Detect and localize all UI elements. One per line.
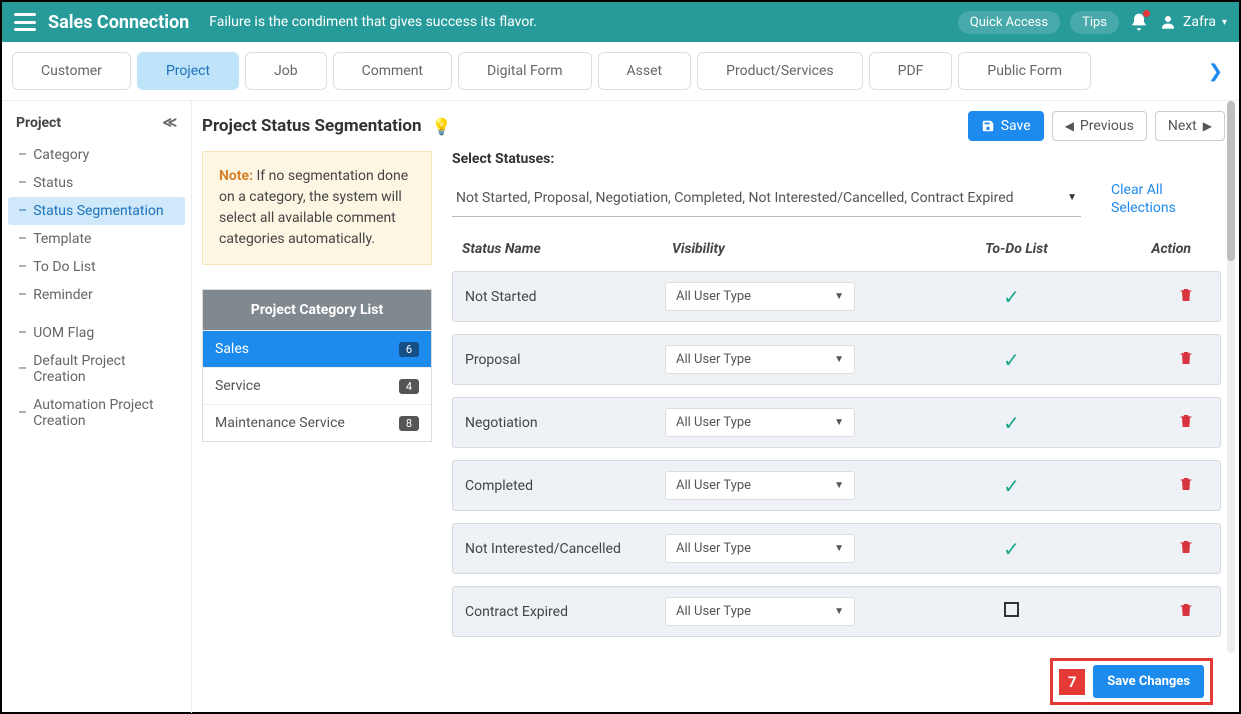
user-menu[interactable]: Zafra ▾ bbox=[1159, 13, 1227, 31]
user-name: Zafra bbox=[1183, 14, 1216, 30]
visibility-select[interactable]: All User Type▼ bbox=[665, 408, 855, 437]
previous-button[interactable]: ◀Previous bbox=[1052, 111, 1147, 141]
save-button[interactable]: Save bbox=[968, 111, 1044, 141]
chevron-down-icon: ▼ bbox=[834, 543, 844, 554]
select-statuses-label: Select Statuses: bbox=[452, 151, 1221, 167]
sidebar-item-category[interactable]: –Category bbox=[8, 141, 185, 169]
sidebar-item-uom-flag[interactable]: –UOM Flag bbox=[8, 319, 185, 347]
status-row: CompletedAll User Type▼ ✓ bbox=[452, 460, 1221, 511]
sidebar-item-default-project-creation[interactable]: –Default Project Creation bbox=[8, 347, 185, 391]
menu-icon[interactable] bbox=[14, 13, 36, 31]
sidebar-item-template[interactable]: –Template bbox=[8, 225, 185, 253]
info-note: Note: If no segmentation done on a categ… bbox=[202, 151, 432, 265]
tab-project[interactable]: Project bbox=[137, 52, 239, 90]
quick-access-button[interactable]: Quick Access bbox=[958, 11, 1060, 34]
sidebar-item-reminder[interactable]: –Reminder bbox=[8, 281, 185, 309]
chevron-down-icon: ▼ bbox=[834, 291, 844, 302]
status-name: Completed bbox=[465, 478, 665, 494]
callout-number: 7 bbox=[1059, 669, 1085, 695]
visibility-select[interactable]: All User Type▼ bbox=[665, 345, 855, 374]
category-sales[interactable]: Sales6 bbox=[203, 330, 431, 367]
trash-icon[interactable] bbox=[1178, 481, 1194, 497]
next-button[interactable]: Next▶ bbox=[1155, 111, 1225, 141]
tab-job[interactable]: Job bbox=[245, 52, 327, 90]
tab-comment[interactable]: Comment bbox=[333, 52, 452, 90]
vertical-scrollbar[interactable] bbox=[1227, 101, 1235, 653]
status-row: ProposalAll User Type▼ ✓ bbox=[452, 334, 1221, 385]
tab-customer[interactable]: Customer bbox=[12, 52, 131, 90]
sidebar-item-status[interactable]: –Status bbox=[8, 169, 185, 197]
chevron-down-icon: ▼ bbox=[1067, 192, 1077, 203]
sidebar-title: Project bbox=[16, 115, 61, 131]
check-icon[interactable]: ✓ bbox=[1003, 474, 1020, 498]
trash-icon[interactable] bbox=[1178, 544, 1194, 560]
check-icon[interactable]: ✓ bbox=[1003, 411, 1020, 435]
clear-selections-link[interactable]: Clear All Selections bbox=[1111, 181, 1221, 217]
check-icon[interactable]: ✓ bbox=[1003, 537, 1020, 561]
status-name: Contract Expired bbox=[465, 604, 665, 620]
status-row: Not Interested/CancelledAll User Type▼ ✓ bbox=[452, 523, 1221, 574]
collapse-sidebar-icon[interactable]: ≪ bbox=[162, 115, 177, 131]
caret-down-icon: ▾ bbox=[1222, 17, 1227, 28]
lightbulb-icon[interactable]: 💡 bbox=[432, 117, 452, 136]
sidebar-item-status-segmentation[interactable]: –Status Segmentation bbox=[8, 197, 185, 225]
tips-button[interactable]: Tips bbox=[1070, 11, 1119, 34]
category-list-header: Project Category List bbox=[203, 290, 431, 330]
status-row: NegotiationAll User Type▼ ✓ bbox=[452, 397, 1221, 448]
status-row: Not StartedAll User Type▼ ✓ bbox=[452, 271, 1221, 322]
trash-icon[interactable] bbox=[1178, 418, 1194, 434]
motto: Failure is the condiment that gives succ… bbox=[209, 14, 537, 30]
tab-asset[interactable]: Asset bbox=[598, 52, 692, 90]
status-name: Proposal bbox=[465, 352, 665, 368]
main-panel: Project Status Segmentation 💡 Save ◀Prev… bbox=[192, 101, 1239, 713]
save-icon bbox=[981, 119, 995, 133]
trash-icon[interactable] bbox=[1178, 607, 1194, 623]
visibility-select[interactable]: All User Type▼ bbox=[665, 597, 855, 626]
tab-product-services[interactable]: Product/Services bbox=[697, 52, 863, 90]
status-name: Not Interested/Cancelled bbox=[465, 541, 665, 557]
chevron-left-icon: ◀ bbox=[1065, 119, 1074, 133]
checkbox-empty[interactable] bbox=[1004, 602, 1019, 617]
module-tabs: CustomerProjectJobCommentDigital FormAss… bbox=[2, 42, 1239, 101]
check-icon[interactable]: ✓ bbox=[1003, 285, 1020, 309]
chevron-down-icon: ▼ bbox=[834, 606, 844, 617]
page-title: Project Status Segmentation bbox=[202, 116, 422, 136]
tab-pdf[interactable]: PDF bbox=[869, 52, 953, 90]
save-changes-callout: 7 Save Changes bbox=[1050, 658, 1213, 705]
visibility-select[interactable]: All User Type▼ bbox=[665, 471, 855, 500]
category-list: Project Category List Sales6Service4Main… bbox=[202, 289, 432, 442]
topbar: Sales Connection Failure is the condimen… bbox=[2, 2, 1239, 42]
tabs-scroll-right[interactable]: ❯ bbox=[1202, 55, 1229, 88]
tab-digital-form[interactable]: Digital Form bbox=[458, 52, 592, 90]
category-service[interactable]: Service4 bbox=[203, 367, 431, 404]
category-maintenance-service[interactable]: Maintenance Service8 bbox=[203, 404, 431, 441]
save-changes-button[interactable]: Save Changes bbox=[1093, 665, 1204, 698]
visibility-select[interactable]: All User Type▼ bbox=[665, 534, 855, 563]
chevron-down-icon: ▼ bbox=[834, 354, 844, 365]
notifications-icon[interactable] bbox=[1129, 12, 1149, 32]
visibility-select[interactable]: All User Type▼ bbox=[665, 282, 855, 311]
chevron-right-icon: ▶ bbox=[1203, 119, 1212, 133]
status-table-header: Status Name Visibility To-Do List Action bbox=[452, 235, 1221, 271]
check-icon[interactable]: ✓ bbox=[1003, 348, 1020, 372]
sidebar-item-automation-project-creation[interactable]: –Automation Project Creation bbox=[8, 391, 185, 435]
select-statuses-dropdown[interactable]: Not Started, Proposal, Negotiation, Comp… bbox=[452, 182, 1081, 217]
chevron-down-icon: ▼ bbox=[834, 480, 844, 491]
sidebar-item-to-do-list[interactable]: –To Do List bbox=[8, 253, 185, 281]
status-row: Contract ExpiredAll User Type▼ bbox=[452, 586, 1221, 637]
avatar-icon bbox=[1159, 13, 1177, 31]
sidebar: Project ≪ –Category–Status–Status Segmen… bbox=[2, 101, 192, 713]
chevron-down-icon: ▼ bbox=[834, 417, 844, 428]
tab-public-form[interactable]: Public Form bbox=[958, 52, 1091, 90]
trash-icon[interactable] bbox=[1178, 292, 1194, 308]
status-name: Not Started bbox=[465, 289, 665, 305]
status-name: Negotiation bbox=[465, 415, 665, 431]
trash-icon[interactable] bbox=[1178, 355, 1194, 371]
brand: Sales Connection bbox=[48, 12, 189, 33]
